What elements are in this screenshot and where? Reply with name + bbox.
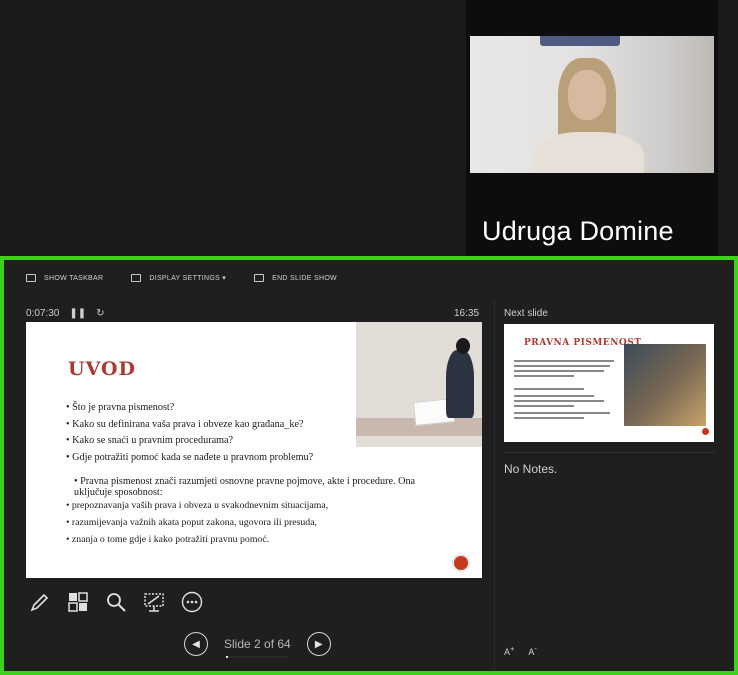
participant-video-tile[interactable]: Udruga Domine xyxy=(466,0,718,270)
slide-progress-fill xyxy=(226,656,228,658)
next-slide-dot xyxy=(702,428,709,435)
next-slide-button[interactable]: ▶ xyxy=(306,632,331,656)
show-taskbar-button[interactable]: SHOW TASKBAR xyxy=(26,270,103,286)
current-time: 16:35 xyxy=(454,308,480,319)
presenter-toolbar: SHOW TASKBAR DISPLAY SETTINGS ▾ END SLID… xyxy=(26,270,337,286)
sub-bullet-item: • znanja o tome gdje i kako potražiti pr… xyxy=(66,534,270,545)
notes-divider xyxy=(504,452,716,453)
participant-name: Udruga Domine xyxy=(482,216,674,246)
next-slide-label: Next slide xyxy=(504,308,548,319)
bullet-item: • Kako se snaći u pravnim procedurama? xyxy=(66,435,234,446)
previous-icon: ◀ xyxy=(192,638,200,650)
notes-font-controls: A+ A- xyxy=(504,644,537,657)
pen-icon[interactable] xyxy=(28,590,52,614)
slide-sub-bullets: • prepoznavanja vaših prava i obveza u s… xyxy=(66,500,328,551)
participant-video-feed xyxy=(470,36,714,173)
slide-counter[interactable]: Slide 2 of 64 xyxy=(220,637,295,651)
current-slide[interactable]: UVOD • Što je pravna pismenost? • Kako s… xyxy=(26,322,482,578)
sub-bullet-item: • razumijevanja važnih akata poput zakon… xyxy=(66,517,317,528)
display-settings-icon xyxy=(131,274,142,282)
panel-divider[interactable] xyxy=(494,300,495,670)
increase-font-button[interactable]: A+ xyxy=(504,644,514,657)
slide-illustration xyxy=(356,322,482,447)
wall-logo xyxy=(540,36,620,46)
slide-progress-bar xyxy=(226,656,288,658)
slide-title: UVOD xyxy=(68,358,137,380)
more-icon[interactable] xyxy=(180,590,204,614)
slide-decoration-dot xyxy=(452,554,470,572)
presenter-view: SHOW TASKBAR DISPLAY SETTINGS ▾ END SLID… xyxy=(0,256,738,675)
bullet-item: • Gdje potražiti pomoć kada se nađete u … xyxy=(66,451,314,463)
next-slide-image xyxy=(624,344,706,426)
restart-timer-icon[interactable]: ↻ xyxy=(96,308,104,319)
next-slide-thumbnail[interactable]: PRAVNA PISMENOST xyxy=(504,324,714,442)
bullet-item: • Kako su definirana vaša prava i obveze… xyxy=(66,418,304,430)
next-icon: ▶ xyxy=(314,638,323,650)
bullet-item: • Što je pravna pismenost? xyxy=(66,402,175,413)
slides-grid-icon[interactable] xyxy=(66,590,90,614)
previous-slide-button[interactable]: ◀ xyxy=(184,632,208,656)
slide-tools xyxy=(28,590,204,614)
screen-icon[interactable] xyxy=(142,590,166,614)
slide-navigation: ◀ Slide 2 of 64 ▶ xyxy=(184,632,331,656)
timer: 0:07:30 ❚❚ ↻ xyxy=(26,308,105,319)
pause-icon[interactable]: ❚❚ xyxy=(69,308,86,319)
slide-paragraph: • Pravna pismenost znači razumjeti osnov… xyxy=(74,476,416,498)
slide-bullets: • Što je pravna pismenost? • Kako su def… xyxy=(66,402,313,468)
decrease-font-button[interactable]: A- xyxy=(528,644,537,657)
end-slide-show-button[interactable]: END SLIDE SHOW xyxy=(254,270,337,286)
end-slide-show-label: END SLIDE SHOW xyxy=(272,274,337,282)
show-taskbar-label: SHOW TASKBAR xyxy=(44,274,104,282)
display-settings-button[interactable]: DISPLAY SETTINGS ▾ xyxy=(131,270,226,286)
taskbar-icon xyxy=(26,274,36,282)
display-settings-label: DISPLAY SETTINGS ▾ xyxy=(149,275,227,282)
sub-bullet-item: • prepoznavanja vaših prava i obveza u s… xyxy=(66,500,329,511)
end-show-icon xyxy=(254,274,265,282)
zoom-icon[interactable] xyxy=(104,590,128,614)
speaker-notes: No Notes. xyxy=(504,462,558,476)
elapsed-time: 0:07:30 xyxy=(26,308,60,319)
